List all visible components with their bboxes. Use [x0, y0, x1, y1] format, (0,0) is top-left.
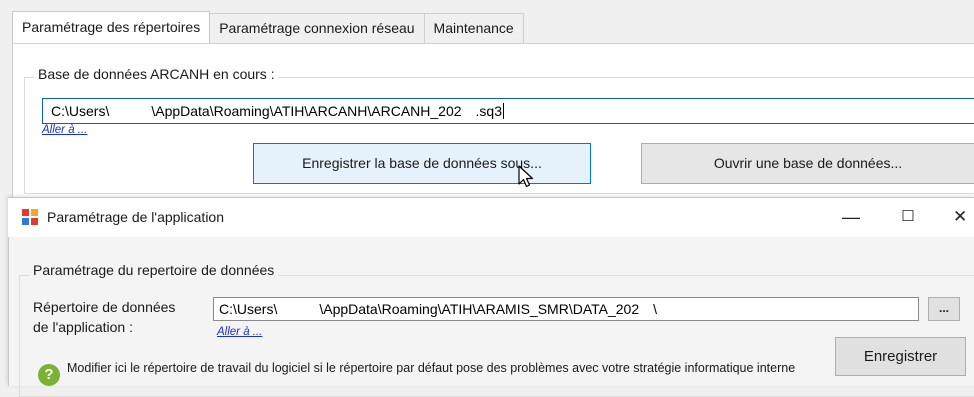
maximize-icon[interactable]: ☐: [893, 204, 923, 230]
open-database-button[interactable]: Ouvrir une base de données...: [641, 143, 974, 184]
tab-strip: Paramétrage des répertoires Paramétrage …: [12, 11, 524, 43]
data-directory-label-line2: de l'application :: [33, 319, 133, 335]
text-caret: [503, 103, 504, 119]
data-directory-label: Répertoire de données de l'application :: [33, 297, 175, 337]
database-path-value: C:\Users\ \AppData\Roaming\ATIH\ARCANH\A…: [51, 103, 502, 119]
close-icon[interactable]: ✕: [953, 204, 974, 230]
minimize-icon[interactable]: —: [836, 204, 866, 230]
question-icon: ?: [38, 364, 60, 386]
tab-maintenance[interactable]: Maintenance: [423, 13, 524, 43]
tab-directories-settings[interactable]: Paramétrage des répertoires: [12, 11, 211, 43]
data-directory-label-line1: Répertoire de données: [33, 299, 176, 315]
browse-button[interactable]: ...: [928, 297, 960, 321]
help-text: Modifier ici le répertoire de travail du…: [67, 361, 796, 375]
tab-network-settings[interactable]: Paramétrage connexion réseau: [209, 13, 425, 43]
database-path-input[interactable]: C:\Users\ \AppData\Roaming\ATIH\ARCANH\A…: [42, 98, 974, 124]
data-directory-goto-link[interactable]: Aller à ...: [217, 326, 262, 338]
save-database-as-button[interactable]: Enregistrer la base de données sous...: [253, 143, 591, 184]
register-button[interactable]: Enregistrer: [835, 337, 966, 376]
dialog-title: Paramétrage de l'application: [47, 209, 225, 225]
app-icon: [22, 209, 38, 225]
data-directory-input[interactable]: C:\Users\ \AppData\Roaming\ATIH\ARAMIS_S…: [213, 297, 919, 321]
data-directory-legend: Paramétrage du repertoire de données: [29, 262, 279, 278]
database-legend: Base de données ARCANH en cours :: [34, 66, 279, 82]
mouse-cursor-icon: [518, 165, 534, 188]
database-goto-link[interactable]: Aller à ...: [42, 124, 87, 136]
